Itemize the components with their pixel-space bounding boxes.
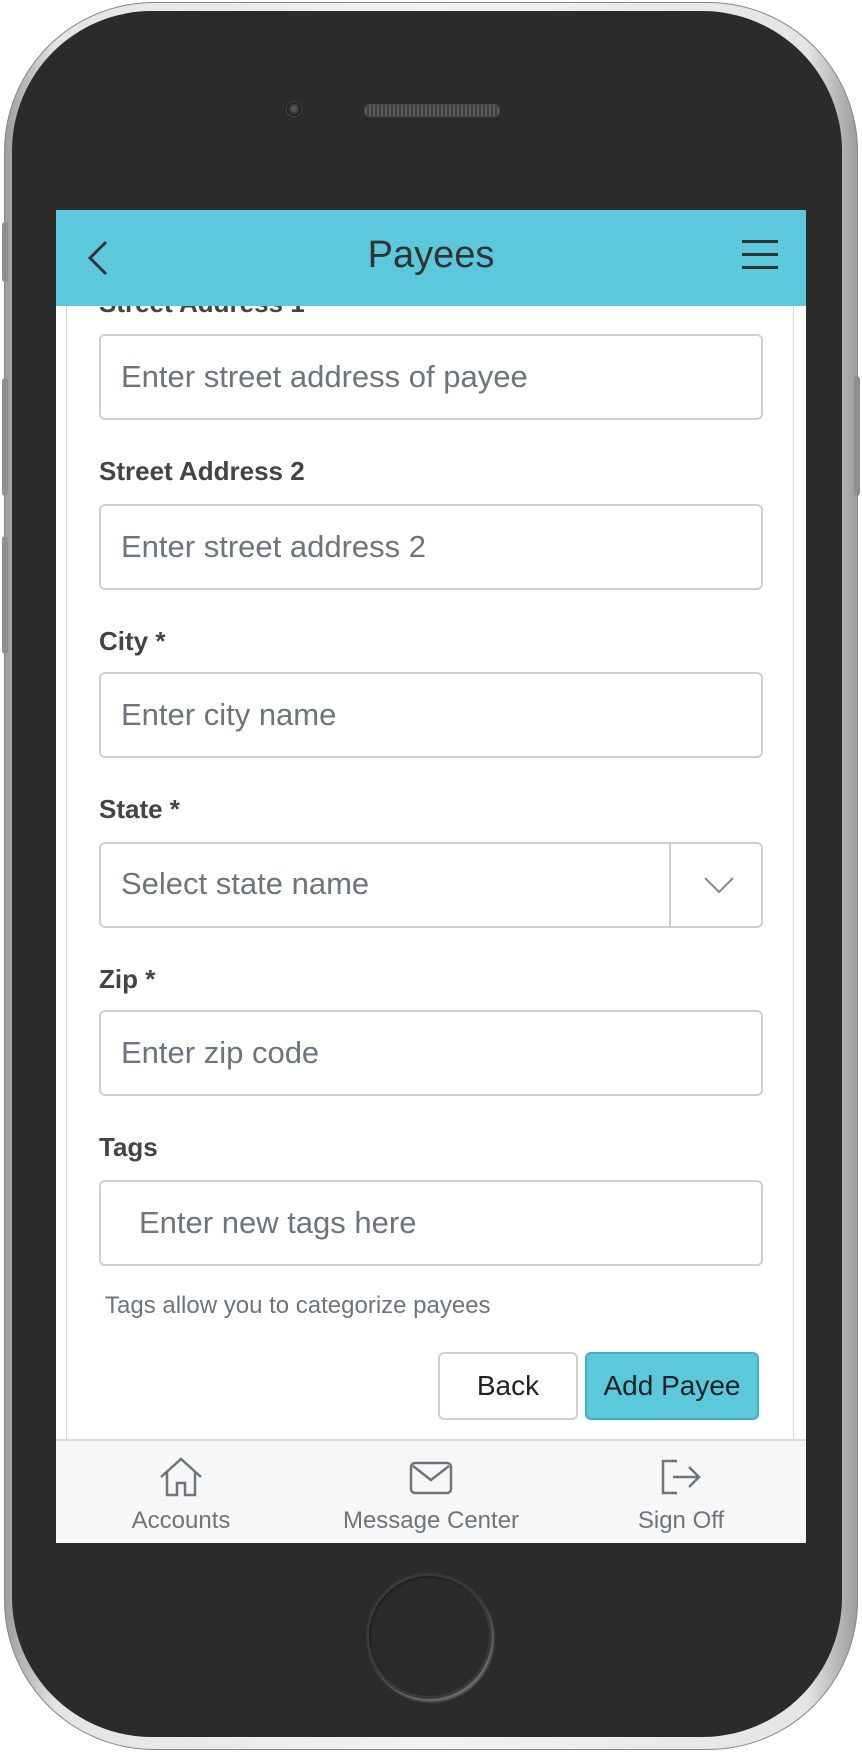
- page-title: Payees: [367, 234, 495, 276]
- street-address-2-input[interactable]: [99, 504, 763, 590]
- state-label: State *: [99, 794, 180, 824]
- nav-message-center[interactable]: Message Center: [306, 1455, 556, 1535]
- city-label: City *: [99, 626, 166, 656]
- app-header: Payees: [56, 210, 806, 306]
- phone-power-button: [854, 376, 860, 496]
- back-button[interactable]: Back: [438, 1352, 578, 1420]
- nav-message-center-label: Message Center: [342, 1507, 520, 1534]
- envelope-icon: [409, 1461, 453, 1495]
- zip-label: Zip *: [99, 964, 156, 994]
- home-icon: [160, 1457, 202, 1497]
- earpiece-speaker: [364, 104, 500, 117]
- hamburger-menu-icon[interactable]: [742, 240, 778, 270]
- phone-mute-switch: [2, 222, 8, 282]
- payee-form: Street Address 1 Street Address 2 City *…: [66, 288, 794, 1543]
- app-screen: Payees Street Address 1 Street Address 2…: [56, 210, 806, 1543]
- select-divider: [669, 844, 671, 926]
- nav-sign-off[interactable]: Sign Off: [556, 1455, 806, 1535]
- tags-input[interactable]: [99, 1180, 763, 1266]
- nav-sign-off-label: Sign Off: [637, 1507, 725, 1534]
- tags-label: Tags: [99, 1132, 158, 1162]
- sign-out-icon: [661, 1459, 701, 1495]
- nav-accounts[interactable]: Accounts: [56, 1455, 306, 1535]
- tags-help-text: Tags allow you to categorize payees: [105, 1292, 491, 1319]
- phone-volume-up: [2, 378, 8, 496]
- bottom-nav: Accounts Message Center Sign Off: [56, 1439, 806, 1543]
- street-address-2-label: Street Address 2: [99, 456, 305, 486]
- home-button[interactable]: [366, 1573, 492, 1699]
- nav-accounts-label: Accounts: [131, 1507, 231, 1534]
- add-payee-button[interactable]: Add Payee: [585, 1352, 759, 1420]
- street-address-1-input[interactable]: [99, 334, 763, 420]
- front-camera: [286, 101, 302, 117]
- state-select[interactable]: Select state name: [99, 842, 763, 928]
- zip-input[interactable]: [99, 1010, 763, 1096]
- city-input[interactable]: [99, 672, 763, 758]
- state-select-value: Select state name: [121, 866, 370, 901]
- phone-volume-down: [2, 536, 8, 654]
- chevron-down-icon[interactable]: [701, 872, 737, 898]
